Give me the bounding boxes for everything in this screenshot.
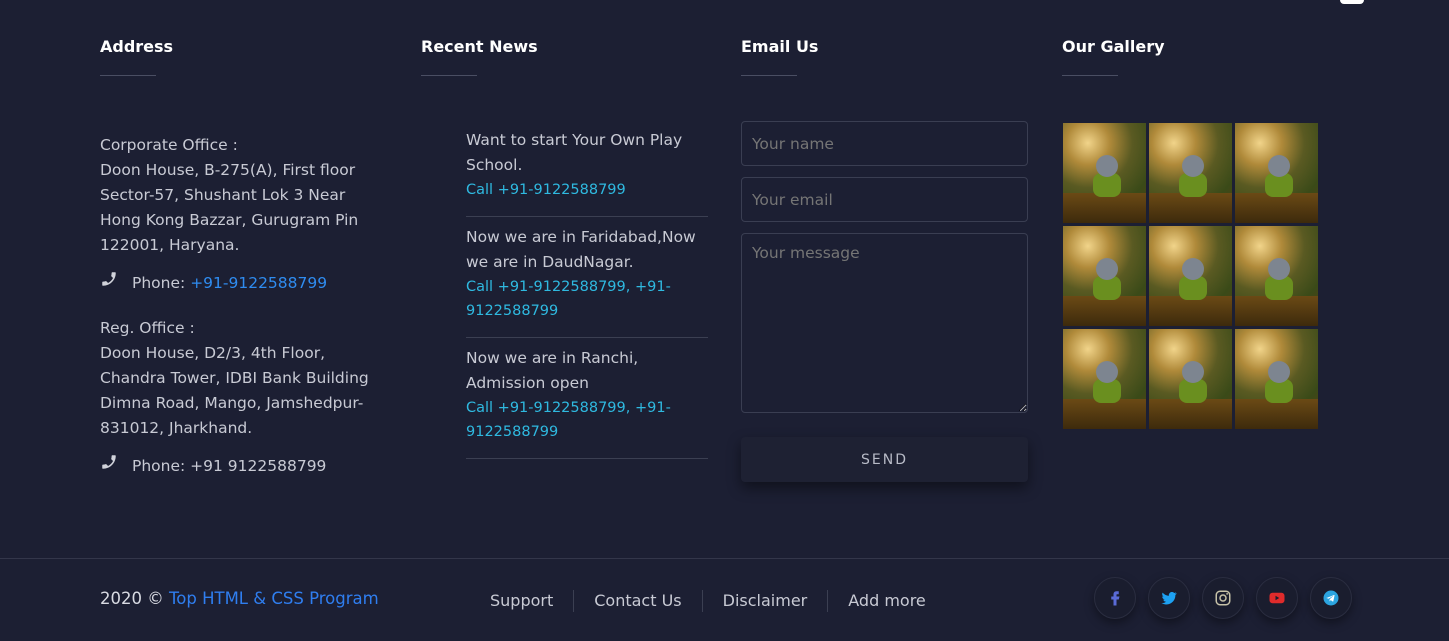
social-links <box>1094 577 1352 619</box>
footer-link-support[interactable]: Support <box>470 590 575 612</box>
reg-address-line: Chandra Tower, IDBI Bank Building <box>100 369 369 387</box>
news-call[interactable]: Call +91-9122588799 <box>466 178 708 202</box>
corporate-office: Corporate Office : Doon House, B-275(A),… <box>100 133 390 258</box>
email-input[interactable] <box>741 177 1028 222</box>
instagram-button[interactable] <box>1202 577 1244 619</box>
news-title-underline <box>421 75 477 76</box>
gallery-image[interactable] <box>1063 226 1146 326</box>
news-item[interactable]: Want to start Your Own Play School. Call… <box>466 128 708 217</box>
gallery-image[interactable] <box>1149 123 1232 223</box>
phone-icon <box>100 270 118 296</box>
news-text: Now we are in Faridabad,Now we are in Da… <box>466 228 696 271</box>
news-list: Want to start Your Own Play School. Call… <box>466 128 708 467</box>
gallery-image[interactable] <box>1149 226 1232 326</box>
copyright-prefix: 2020 © <box>100 589 164 608</box>
reg-phone-text: Phone: +91 9122588799 <box>132 456 327 475</box>
gallery-image[interactable] <box>1149 329 1232 429</box>
reg-office-label: Reg. Office : <box>100 319 195 337</box>
telegram-icon <box>1323 590 1339 606</box>
telegram-button[interactable] <box>1310 577 1352 619</box>
registered-office: Reg. Office : Doon House, D2/3, 4th Floo… <box>100 316 390 441</box>
corporate-address-line: Sector-57, Shushant Lok 3 Near <box>100 186 346 204</box>
email-form: SEND <box>741 121 1028 482</box>
gallery-image[interactable] <box>1063 123 1146 223</box>
news-item[interactable]: Now we are in Faridabad,Now we are in Da… <box>466 225 708 338</box>
corporate-address-line: 122001, Haryana. <box>100 236 240 254</box>
footer-link-disclaimer[interactable]: Disclaimer <box>703 590 829 612</box>
news-item[interactable]: Now we are in Ranchi, Admission open Cal… <box>466 346 708 459</box>
footer-divider <box>0 558 1449 559</box>
corporate-address-line: Doon House, B-275(A), First floor <box>100 161 356 179</box>
twitter-icon <box>1161 592 1177 605</box>
corporate-phone-label: Phone: <box>132 273 186 292</box>
address-column: Corporate Office : Doon House, B-275(A),… <box>100 133 390 499</box>
instagram-icon <box>1215 590 1231 606</box>
scroll-top-tab[interactable] <box>1340 0 1364 4</box>
copyright: 2020 © Top HTML & CSS Program <box>100 589 379 608</box>
footer-link-contact[interactable]: Contact Us <box>574 590 703 612</box>
address-title-underline <box>100 75 156 76</box>
news-call[interactable]: Call +91-9122588799, +91-9122588799 <box>466 275 708 323</box>
footer-links: Support Contact Us Disclaimer Add more <box>470 590 946 612</box>
address-title: Address <box>100 37 174 56</box>
gallery-title: Our Gallery <box>1062 37 1165 56</box>
news-text: Want to start Your Own Play School. <box>466 131 683 174</box>
gallery-image[interactable] <box>1235 226 1318 326</box>
facebook-button[interactable] <box>1094 577 1136 619</box>
gallery-grid <box>1063 123 1321 429</box>
reg-address-line: 831012, Jharkhand. <box>100 419 253 437</box>
facebook-icon <box>1111 591 1120 606</box>
youtube-button[interactable] <box>1256 577 1298 619</box>
corporate-address-line: Hong Kong Bazzar, Gurugram Pin <box>100 211 359 229</box>
gallery-image[interactable] <box>1235 123 1318 223</box>
youtube-icon <box>1269 592 1285 604</box>
corporate-office-label: Corporate Office : <box>100 136 238 154</box>
send-button[interactable]: SEND <box>741 437 1028 482</box>
reg-address-line: Doon House, D2/3, 4th Floor, <box>100 344 325 362</box>
email-title-underline <box>741 75 797 76</box>
gallery-title-underline <box>1062 75 1118 76</box>
corporate-phone-link[interactable]: +91-9122588799 <box>190 274 327 292</box>
footer-section: Address Recent News Email Us Our Gallery… <box>0 0 1449 641</box>
corporate-phone-row: Phone: +91-9122588799 <box>100 270 390 296</box>
email-title: Email Us <box>741 37 819 56</box>
phone-icon <box>100 453 118 479</box>
name-input[interactable] <box>741 121 1028 166</box>
reg-address-line: Dimna Road, Mango, Jamshedpur- <box>100 394 364 412</box>
news-title: Recent News <box>421 37 538 56</box>
news-call[interactable]: Call +91-9122588799, +91-9122588799 <box>466 396 708 444</box>
news-text: Now we are in Ranchi, Admission open <box>466 349 639 392</box>
footer-link-add-more[interactable]: Add more <box>828 590 946 612</box>
gallery-image[interactable] <box>1235 329 1318 429</box>
copyright-link[interactable]: Top HTML & CSS Program <box>169 589 379 608</box>
gallery-image[interactable] <box>1063 329 1146 429</box>
twitter-button[interactable] <box>1148 577 1190 619</box>
reg-phone-row: Phone: +91 9122588799 <box>100 453 390 479</box>
message-textarea[interactable] <box>741 233 1028 413</box>
